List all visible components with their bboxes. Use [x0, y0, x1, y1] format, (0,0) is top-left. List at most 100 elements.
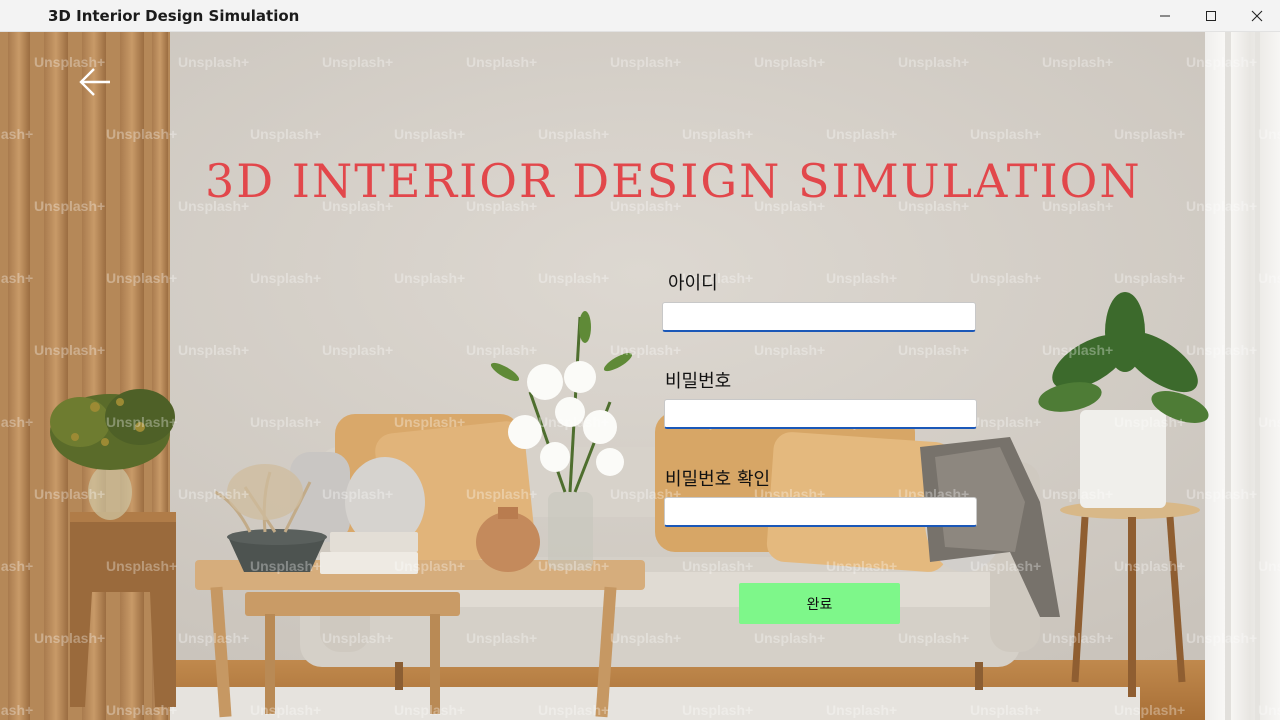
- watermark-text: Unsplash+: [898, 54, 970, 70]
- watermark-text: Unsplash+: [34, 342, 106, 358]
- watermark-text: Unsplash+: [970, 126, 1042, 142]
- living-room-background-image: [0, 32, 1280, 720]
- watermark-text: Unsplash+: [538, 270, 610, 286]
- watermark-text: Unsplash+: [178, 630, 250, 646]
- watermark-text: Unsplash+: [754, 630, 826, 646]
- watermark-text: Unsplash+: [610, 54, 682, 70]
- watermark-text: Unsplash+: [754, 342, 826, 358]
- arrow-left-icon: [79, 68, 110, 96]
- password-input[interactable]: [664, 399, 977, 429]
- watermark-text: Unsplash+: [250, 126, 322, 142]
- watermark-text: Unsplash+: [322, 630, 394, 646]
- watermark-text: Unsplash+: [970, 558, 1042, 574]
- watermark-text: Unsplash+: [826, 270, 898, 286]
- watermark-text: Unsplash+: [1042, 342, 1114, 358]
- watermark-text: Unsplash+: [898, 342, 970, 358]
- page-title: 3D INTERIOR DESIGN SIMULATION: [205, 154, 1142, 208]
- watermark-text: Unsplash+: [466, 54, 538, 70]
- watermark-text: Unsplash+: [322, 486, 394, 502]
- watermark-text: Unsplash+: [1042, 486, 1114, 502]
- window-title: 3D Interior Design Simulation: [48, 7, 300, 25]
- password-confirm-input[interactable]: [664, 497, 977, 527]
- watermark-text: Unsplash+: [250, 270, 322, 286]
- watermark-text: Unsplash+: [106, 270, 178, 286]
- watermark-text: Unsplash+: [1258, 414, 1280, 430]
- back-button[interactable]: [78, 67, 114, 97]
- watermark-text: Unsplash+: [1186, 54, 1258, 70]
- watermark-text: Unsplash+: [466, 486, 538, 502]
- watermark-text: Unsplash+: [1042, 630, 1114, 646]
- watermark-text: Unsplash+: [106, 126, 178, 142]
- watermark-text: Unsplash+: [250, 414, 322, 430]
- close-icon: [1251, 10, 1263, 22]
- watermark-text: Unsplash+: [1258, 702, 1280, 718]
- watermark-text: Unsplash+: [1258, 558, 1280, 574]
- submit-button[interactable]: 완료: [739, 583, 900, 624]
- watermark-text: Unsplash+: [1258, 126, 1280, 142]
- watermark-text: Unsplash+: [538, 126, 610, 142]
- watermark-text: Unsplash+: [0, 126, 34, 142]
- watermark-text: Unsplash+: [1186, 630, 1258, 646]
- maximize-icon: [1206, 11, 1216, 21]
- watermark-text: Unsplash+: [970, 414, 1042, 430]
- watermark-text: Unsplash+: [682, 702, 754, 718]
- maximize-button[interactable]: [1188, 0, 1234, 32]
- watermark-text: Unsplash+: [970, 702, 1042, 718]
- watermark-text: Unsplash+: [1114, 414, 1186, 430]
- watermark-text: Unsplash+: [34, 198, 106, 214]
- watermark-text: Unsplash+: [178, 54, 250, 70]
- watermark-text: Unsplash+: [538, 558, 610, 574]
- watermark-text: Unsplash+: [538, 414, 610, 430]
- window-titlebar: 3D Interior Design Simulation: [0, 0, 1280, 32]
- watermark-text: Unsplash+: [466, 630, 538, 646]
- watermark-text: Unsplash+: [1186, 342, 1258, 358]
- watermark-text: Unsplash+: [250, 702, 322, 718]
- watermark-text: Unsplash+: [1114, 558, 1186, 574]
- watermark-text: Unsplash+: [538, 702, 610, 718]
- watermark-text: Unsplash+: [826, 126, 898, 142]
- password-confirm-label: 비밀번호 확인: [665, 469, 771, 490]
- watermark-text: Unsplash+: [394, 702, 466, 718]
- watermark-text: Unsplash+: [682, 558, 754, 574]
- watermark-text: Unsplash+: [0, 558, 34, 574]
- watermark-text: Unsplash+: [394, 126, 466, 142]
- watermark-text: Unsplash+: [754, 54, 826, 70]
- watermark-text: Unsplash+: [1042, 54, 1114, 70]
- watermark-text: Unsplash+: [0, 414, 34, 430]
- watermark-text: Unsplash+: [682, 126, 754, 142]
- close-button[interactable]: [1234, 0, 1280, 32]
- watermark-text: Unsplash+: [1114, 270, 1186, 286]
- watermark-text: Unsplash+: [0, 270, 34, 286]
- watermark-text: Unsplash+: [1186, 198, 1258, 214]
- watermark-text: Unsplash+: [106, 414, 178, 430]
- watermark-text: Unsplash+: [322, 342, 394, 358]
- watermark-text: Unsplash+: [1114, 702, 1186, 718]
- watermark-text: Unsplash+: [466, 342, 538, 358]
- watermark-text: Unsplash+: [0, 702, 34, 718]
- id-label: 아이디: [668, 273, 718, 294]
- watermark-text: Unsplash+: [178, 342, 250, 358]
- watermark-text: Unsplash+: [178, 486, 250, 502]
- watermark-text: Unsplash+: [970, 270, 1042, 286]
- watermark-text: Unsplash+: [106, 702, 178, 718]
- password-label: 비밀번호: [665, 371, 732, 392]
- watermark-text: Unsplash+: [394, 270, 466, 286]
- watermark-text: Unsplash+: [394, 414, 466, 430]
- watermark-text: Unsplash+: [826, 702, 898, 718]
- watermark-text: Unsplash+: [1114, 126, 1186, 142]
- watermark-text: Unsplash+: [610, 342, 682, 358]
- minimize-button[interactable]: [1142, 0, 1188, 32]
- watermark-text: Unsplash+: [322, 54, 394, 70]
- watermark-text: Unsplash+: [1186, 486, 1258, 502]
- minimize-icon: [1160, 15, 1170, 17]
- watermark-text: Unsplash+: [34, 486, 106, 502]
- watermark-text: Unsplash+: [394, 558, 466, 574]
- watermark-text: Unsplash+: [250, 558, 322, 574]
- watermark-text: Unsplash+: [1258, 270, 1280, 286]
- watermark-text: Unsplash+: [610, 630, 682, 646]
- watermark-text: Unsplash+: [106, 558, 178, 574]
- background-scene: Unsplash+ Unsplash+ Unsplash+ Unsplash+ Unsp…: [0, 32, 1280, 720]
- watermark-text: Unsplash+: [34, 630, 106, 646]
- watermark-text: Unsplash+: [826, 558, 898, 574]
- id-input[interactable]: [662, 302, 976, 332]
